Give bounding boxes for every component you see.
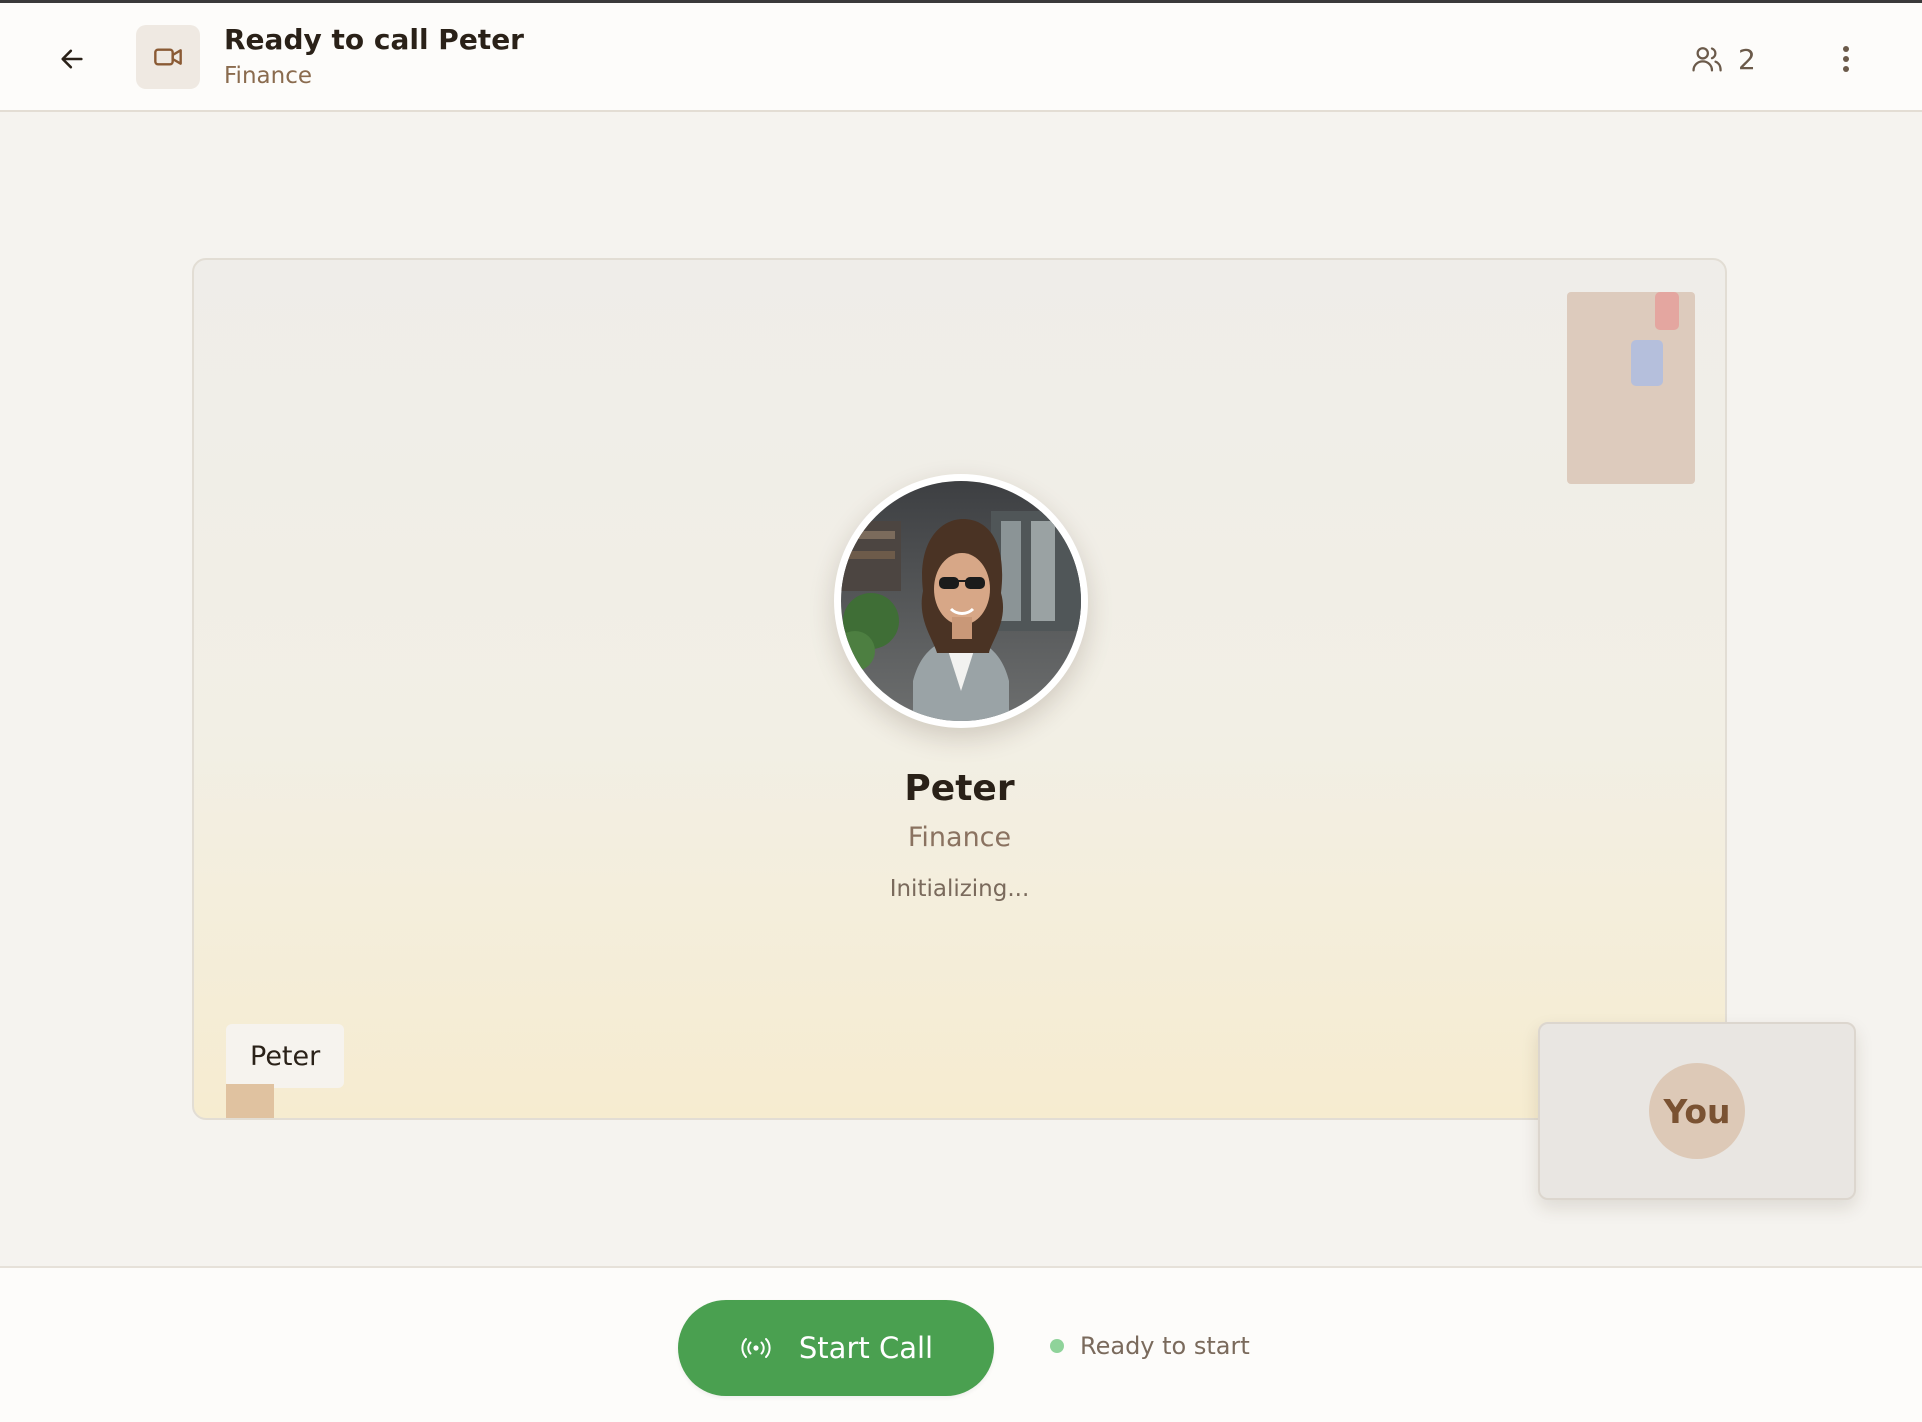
thumbnail-marker-red	[1655, 292, 1679, 330]
users-icon	[1692, 47, 1722, 72]
contact-department: Finance	[907, 822, 1012, 853]
start-call-label: Start Call	[798, 1331, 934, 1365]
contact-avatar	[841, 481, 1081, 721]
ready-status: Ready to start	[1050, 1332, 1250, 1360]
more-vertical-icon	[1843, 46, 1849, 72]
self-avatar: You	[1649, 1063, 1745, 1159]
page-subtitle: Finance	[224, 63, 312, 89]
video-camera-icon	[154, 48, 182, 66]
call-controls-bar: Start Call Ready to start	[0, 1266, 1922, 1422]
back-button[interactable]	[50, 37, 94, 81]
remote-video-stage: Peter Finance Initializing... Peter	[192, 258, 1727, 1120]
name-tag-accent	[226, 1084, 274, 1118]
start-call-button[interactable]: Start Call	[678, 1300, 994, 1396]
ready-status-text: Ready to start	[1080, 1332, 1250, 1360]
participants-count: 2	[1738, 42, 1756, 76]
arrow-left-icon	[61, 49, 83, 69]
self-view-tile[interactable]: You	[1538, 1022, 1856, 1200]
page-title: Ready to call Peter	[224, 23, 524, 56]
thumbnail-marker-blue	[1631, 340, 1663, 386]
participant-name-tag: Peter	[226, 1024, 345, 1088]
participants-button[interactable]: 2	[1690, 39, 1756, 79]
contact-avatar-ring	[834, 474, 1088, 728]
broadcast-icon	[741, 1338, 771, 1358]
remote-thumbnail	[1567, 292, 1695, 484]
contact-name: Peter	[904, 768, 1015, 809]
more-options-button[interactable]	[1826, 39, 1866, 79]
video-call-badge	[136, 25, 200, 89]
connection-status: Initializing...	[889, 876, 1030, 902]
call-header: Ready to call Peter Finance 2	[0, 3, 1922, 112]
status-indicator-dot	[1050, 1339, 1064, 1353]
